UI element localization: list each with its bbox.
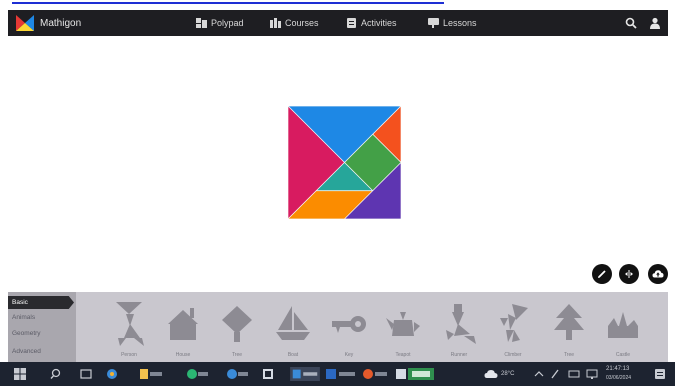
os-taskbar: 28°C 21:47:13 03/06/2024 bbox=[0, 362, 675, 386]
app-header: Mathigon Polypad Courses Activities Less… bbox=[8, 10, 668, 36]
runner-silhouette-icon bbox=[446, 304, 476, 344]
courses-icon bbox=[270, 18, 281, 28]
puzzle-person[interactable]: Person bbox=[106, 296, 152, 358]
clock-time[interactable]: 21:47:13 bbox=[606, 366, 629, 372]
category-animals[interactable]: Animals bbox=[12, 314, 35, 321]
puzzle-label: House bbox=[175, 352, 191, 358]
search-icon[interactable] bbox=[625, 17, 637, 29]
climber-silhouette-icon bbox=[500, 304, 528, 342]
browser-top-strip bbox=[0, 0, 675, 8]
cloud-upload-button[interactable] bbox=[648, 264, 668, 284]
nav-lessons[interactable]: Lessons bbox=[428, 16, 477, 30]
boat-silhouette-icon bbox=[276, 306, 310, 340]
notifications-icon[interactable] bbox=[654, 367, 666, 381]
puzzle-shelf: Basic Animals Geometry Advanced Person H… bbox=[8, 292, 668, 362]
castle-silhouette-icon bbox=[608, 312, 638, 338]
puzzle-tree-1[interactable]: Tree bbox=[214, 296, 260, 358]
file-explorer-icon[interactable] bbox=[140, 367, 162, 381]
user-icon[interactable] bbox=[649, 17, 661, 29]
taskbar-search-icon[interactable] bbox=[50, 367, 62, 381]
puzzle-label: Castle bbox=[615, 352, 631, 358]
polypad-icon bbox=[196, 18, 207, 28]
active-window-app[interactable] bbox=[288, 367, 322, 381]
brand-name[interactable]: Mathigon bbox=[40, 18, 81, 29]
tray-keyboard-icon[interactable] bbox=[568, 367, 580, 381]
lessons-icon bbox=[428, 18, 439, 28]
category-advanced[interactable]: Advanced bbox=[12, 348, 41, 355]
windows-start-icon[interactable] bbox=[14, 367, 26, 381]
nav-polypad-label: Polypad bbox=[211, 18, 244, 28]
address-underline bbox=[12, 2, 444, 4]
word-app-icon[interactable] bbox=[326, 367, 356, 381]
weather-temperature[interactable]: 28°C bbox=[501, 371, 514, 377]
store-app-icon[interactable] bbox=[262, 367, 274, 381]
taskbar-app-icon[interactable] bbox=[106, 367, 118, 381]
teapot-silhouette-icon bbox=[386, 312, 420, 336]
tray-chevron-up-icon[interactable] bbox=[534, 367, 544, 381]
nav-activities-label: Activities bbox=[361, 18, 397, 28]
puzzle-label: Teapot bbox=[395, 352, 411, 358]
puzzle-label: Boat bbox=[287, 352, 299, 358]
key-silhouette-icon bbox=[332, 316, 366, 333]
task-view-icon[interactable] bbox=[80, 367, 92, 381]
category-geometry[interactable]: Geometry bbox=[12, 330, 41, 337]
nav-courses[interactable]: Courses bbox=[270, 16, 319, 30]
nav-activities[interactable]: Activities bbox=[346, 16, 397, 30]
puzzle-teapot[interactable]: Teapot bbox=[380, 296, 426, 358]
tangram-square[interactable] bbox=[288, 106, 401, 219]
recording-app-icon[interactable] bbox=[362, 367, 388, 381]
weather-cloud-icon[interactable] bbox=[484, 367, 498, 381]
pen-icon bbox=[598, 270, 606, 278]
puzzle-label: Runner bbox=[450, 352, 468, 358]
tray-network-icon[interactable] bbox=[586, 367, 598, 381]
category-list: Basic Animals Geometry Advanced bbox=[8, 292, 76, 362]
split-puzzle-button[interactable] bbox=[619, 264, 639, 284]
puzzle-boat[interactable]: Boat bbox=[270, 296, 316, 358]
puzzle-runner[interactable]: Runner bbox=[436, 296, 482, 358]
cloud-upload-icon bbox=[652, 270, 664, 278]
puzzle-label: Climber bbox=[504, 352, 522, 358]
puzzle-label: Tree bbox=[563, 352, 575, 358]
pine-tree-silhouette-icon bbox=[554, 304, 584, 340]
puzzle-label: Person bbox=[121, 352, 137, 358]
chat-app-icon[interactable] bbox=[226, 367, 248, 381]
puzzle-castle[interactable]: Castle bbox=[600, 296, 646, 358]
category-basic[interactable]: Basic bbox=[8, 296, 74, 309]
nav-lessons-label: Lessons bbox=[443, 18, 477, 28]
pen-tool-button[interactable] bbox=[592, 264, 612, 284]
puzzle-label: Tree bbox=[231, 352, 243, 358]
spreadsheet-app-icon[interactable] bbox=[396, 367, 436, 381]
puzzle-tree-2[interactable]: Tree bbox=[546, 296, 592, 358]
person-silhouette-icon bbox=[116, 302, 144, 346]
puzzle-label: Key bbox=[344, 352, 354, 358]
nav-courses-label: Courses bbox=[285, 18, 319, 28]
house-silhouette-icon bbox=[168, 308, 198, 340]
puzzle-house[interactable]: House bbox=[160, 296, 206, 358]
nav-polypad[interactable]: Polypad bbox=[196, 16, 244, 30]
clock-date[interactable]: 03/06/2024 bbox=[606, 375, 631, 381]
puzzle-key[interactable]: Key bbox=[326, 296, 372, 358]
tray-pen-icon[interactable] bbox=[550, 367, 560, 381]
browser-app-icon[interactable] bbox=[186, 367, 208, 381]
puzzle-climber[interactable]: Climber bbox=[490, 296, 536, 358]
mathigon-logo-icon[interactable] bbox=[16, 15, 34, 31]
activities-icon bbox=[347, 18, 356, 28]
tree-silhouette-icon bbox=[222, 306, 252, 342]
puzzle-split-icon bbox=[625, 270, 633, 278]
